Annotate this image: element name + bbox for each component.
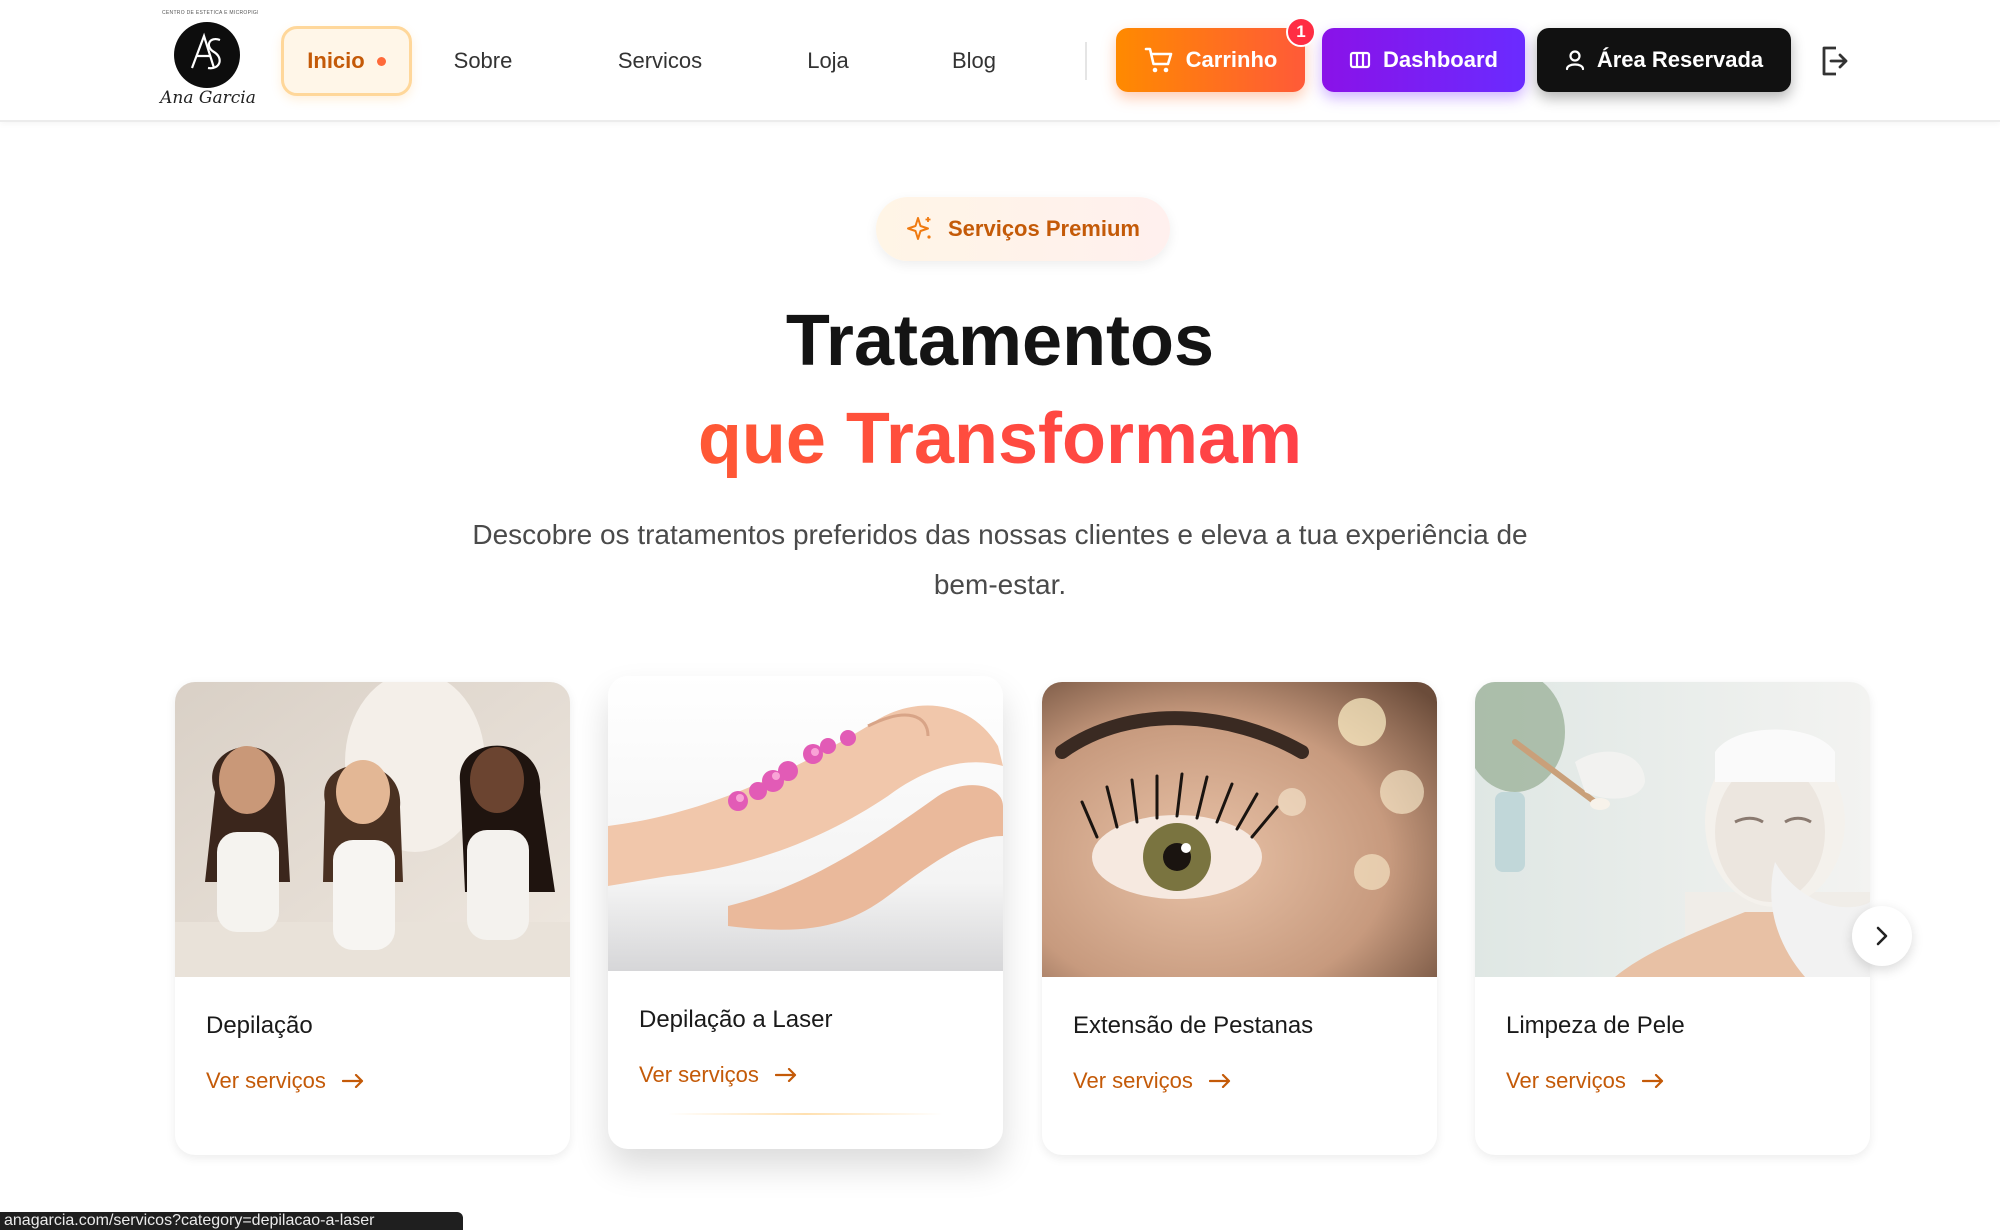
dashboard-button[interactable]: Dashboard	[1322, 28, 1525, 92]
brand-tagline: CENTRO DE ESTÉTICA E MICROPIGMENTAÇÃO	[162, 10, 258, 16]
sparkle-icon	[906, 215, 934, 243]
chevron-right-icon	[1874, 924, 1890, 948]
arrow-right-icon	[1641, 1074, 1664, 1088]
card-image-women	[175, 682, 570, 977]
cart-icon	[1144, 46, 1174, 74]
card-link-ver-servicos[interactable]: Ver serviços	[1073, 1068, 1231, 1094]
carousel-next-button[interactable]	[1852, 906, 1912, 966]
nav-item-inicio[interactable]: Inicio	[281, 26, 412, 96]
card-image-facial	[1475, 682, 1870, 977]
hero-title: Tratamentos	[785, 301, 1215, 381]
user-icon	[1565, 49, 1585, 71]
card-link-label: Ver serviços	[206, 1068, 326, 1093]
card-title: Extensão de Pestanas	[1073, 1012, 1314, 1039]
cart-label: Carrinho	[1185, 47, 1278, 72]
card-link-label: Ver serviços	[1506, 1068, 1626, 1093]
card-title: Depilação a Laser	[639, 1006, 833, 1033]
service-card-limpeza-pele[interactable]: Limpeza de Pele Ver serviços	[1475, 682, 1870, 1155]
card-title: Limpeza de Pele	[1506, 1012, 1685, 1039]
card-link-ver-servicos[interactable]: Ver serviços	[639, 1062, 797, 1088]
reserved-area-button[interactable]: Área Reservada	[1537, 28, 1791, 92]
brand-script-name: Ana Garcia	[160, 88, 256, 108]
brand-logo[interactable]: CENTRO DE ESTÉTICA E MICROPIGMENTAÇÃO An…	[152, 10, 264, 114]
browser-status-url: anagarcia.com/servicos?category=depilaca…	[0, 1212, 463, 1230]
logout-icon[interactable]	[1818, 44, 1850, 78]
card-link-label: Ver serviços	[1073, 1068, 1193, 1093]
premium-services-badge: Serviços Premium	[876, 197, 1170, 261]
hero-subtitle: Descobre os tratamentos preferidos das n…	[472, 519, 1528, 600]
reserved-area-label: Área Reservada	[1596, 47, 1764, 72]
arrow-right-icon	[341, 1074, 364, 1088]
nav-divider	[1085, 42, 1087, 80]
card-title: Depilação	[206, 1012, 313, 1039]
card-link-label: Ver serviços	[639, 1062, 759, 1087]
card-link-ver-servicos[interactable]: Ver serviços	[206, 1068, 364, 1094]
service-card-extensao-pestanas[interactable]: Extensão de Pestanas Ver serviços	[1042, 682, 1437, 1155]
card-image-eye	[1042, 682, 1437, 977]
active-dot-icon	[376, 56, 386, 66]
nav-item-blog[interactable]: Blog	[928, 26, 1020, 96]
service-card-depilacao[interactable]: Depilação Ver serviços	[175, 682, 570, 1155]
card-link-ver-servicos[interactable]: Ver serviços	[1506, 1068, 1664, 1094]
cart-button[interactable]: Carrinho	[1116, 28, 1305, 92]
premium-badge-label: Serviços Premium	[948, 216, 1140, 241]
columns-icon	[1349, 50, 1371, 70]
card-hover-underline	[668, 1113, 943, 1115]
nav-item-loja[interactable]: Loja	[782, 26, 874, 96]
nav-item-servicos[interactable]: Servicos	[592, 26, 728, 96]
card-image-legs	[608, 676, 1003, 971]
dashboard-label: Dashboard	[1383, 47, 1498, 72]
logo-monogram	[174, 22, 240, 88]
nav-item-label: Inicio	[307, 48, 365, 73]
cart-count-badge: 1	[1286, 17, 1316, 47]
arrow-right-icon	[1208, 1074, 1231, 1088]
hero-title-highlight: que Transformam	[0, 398, 2000, 480]
service-card-depilacao-laser[interactable]: Depilação a Laser Ver serviços	[608, 676, 1003, 1149]
arrow-right-icon	[774, 1068, 797, 1082]
site-header: CENTRO DE ESTÉTICA E MICROPIGMENTAÇÃO An…	[0, 0, 2000, 122]
nav-item-sobre[interactable]: Sobre	[430, 26, 536, 96]
